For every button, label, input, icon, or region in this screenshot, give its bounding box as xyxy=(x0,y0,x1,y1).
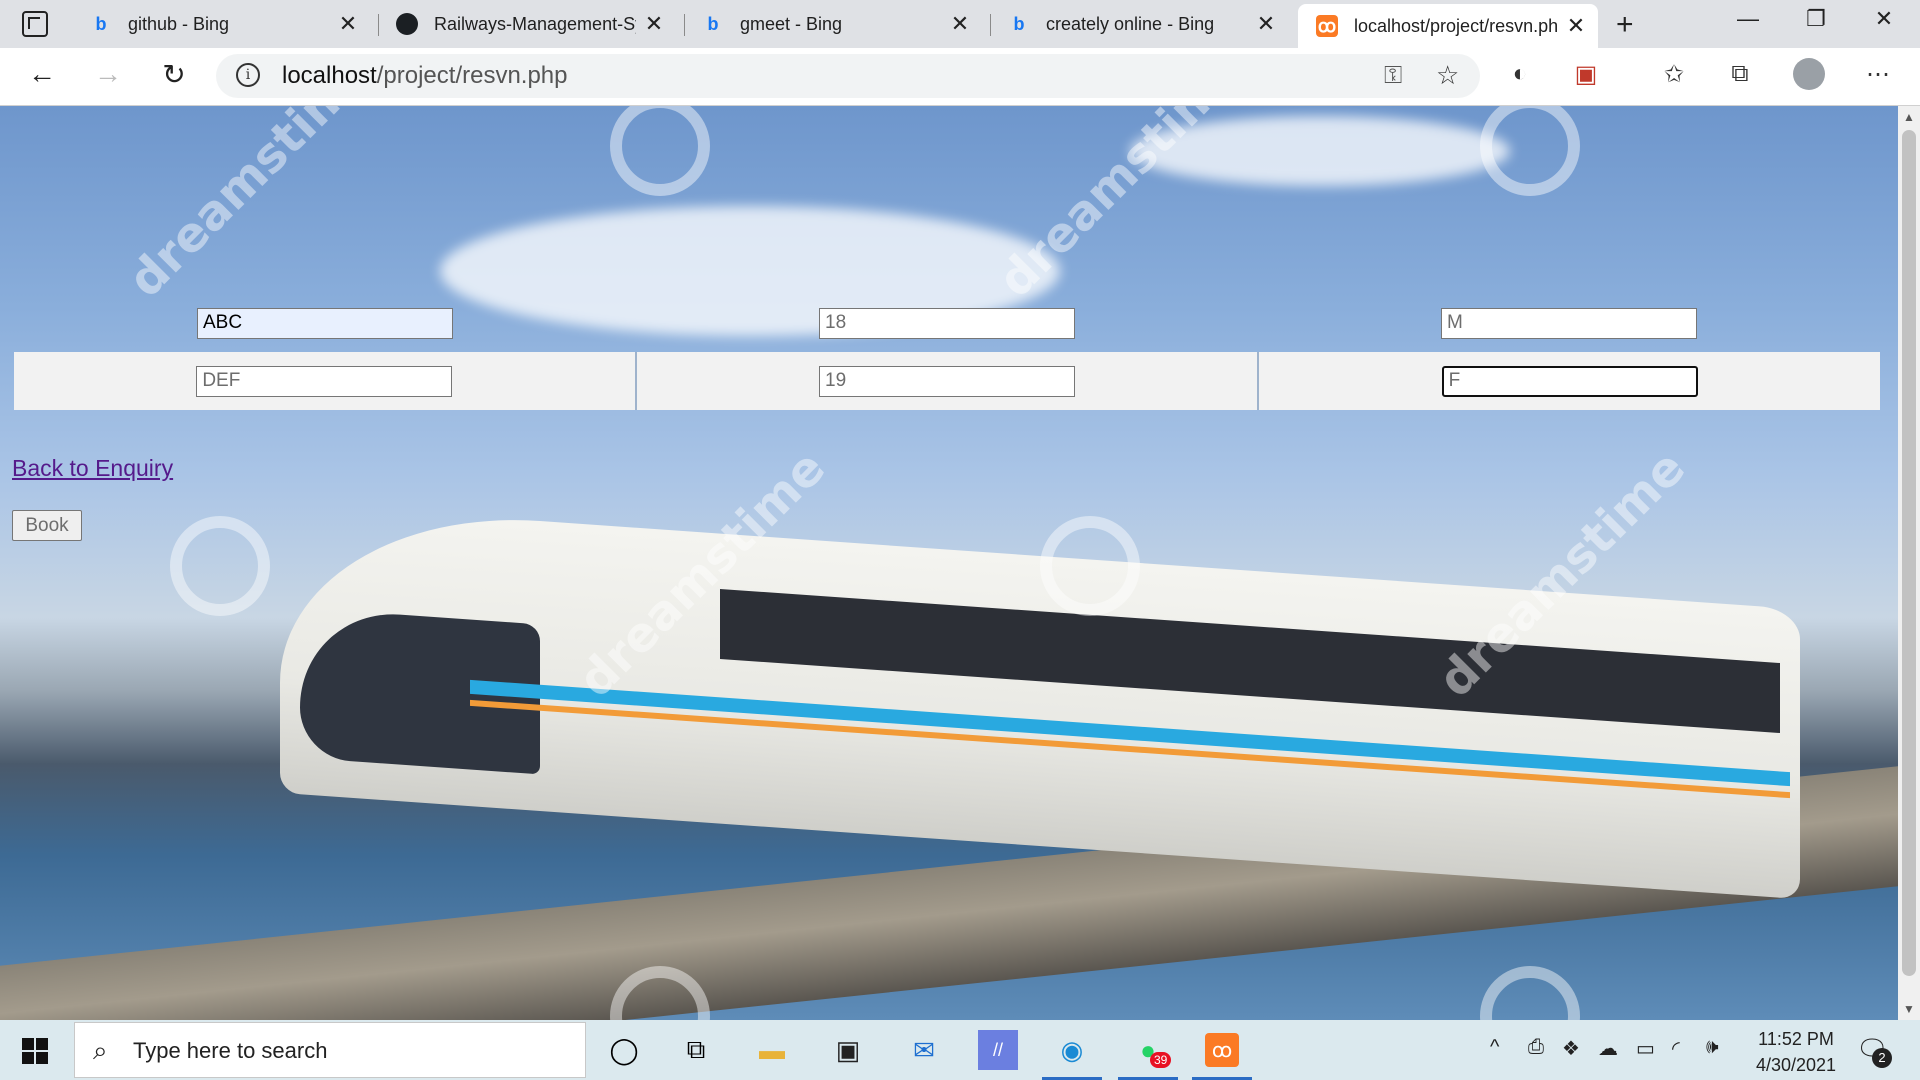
gender-cell xyxy=(1258,294,1880,352)
volume-icon[interactable]: 🕪 xyxy=(1706,1036,1719,1059)
forward-arrow-icon[interactable]: → xyxy=(88,58,128,90)
scroll-up-icon[interactable]: ▲ xyxy=(1898,110,1920,124)
back-to-enquiry-link[interactable]: Back to Enquiry xyxy=(12,455,173,482)
scroll-down-icon[interactable]: ▼ xyxy=(1898,1002,1920,1016)
tab-gmeet-bing[interactable]: b gmeet - Bing ✕ xyxy=(684,6,982,42)
task-view-icon[interactable]: ⧉ xyxy=(676,1030,716,1070)
watermark-spiral xyxy=(1040,516,1140,616)
close-window-icon[interactable]: ✕ xyxy=(1864,6,1904,32)
tab-railways-management[interactable]: Railways-Management-Sy ✕ xyxy=(378,6,676,42)
clock-date: 4/30/2021 xyxy=(1755,1055,1837,1075)
tab-title: Railways-Management-Sy xyxy=(434,13,636,34)
xampp-icon: ꝏ xyxy=(1316,15,1338,37)
tab-title: creately online - Bing xyxy=(1046,13,1215,34)
bing-icon: b xyxy=(1013,13,1025,34)
tab-actions-menu-icon[interactable] xyxy=(22,11,48,37)
add-favorite-icon[interactable]: ☆ xyxy=(1436,60,1459,91)
edge-icon[interactable]: ◉ xyxy=(1042,1030,1102,1080)
app-icon[interactable]: // xyxy=(978,1030,1018,1070)
passenger-name-input[interactable] xyxy=(197,307,453,339)
windows-taskbar: ⌕ Type here to search ◯ ⧉ ▬ ▣ ✉ // ◉ ● 3… xyxy=(0,1020,1920,1080)
back-arrow-icon[interactable]: ← xyxy=(22,58,62,90)
passenger-gender-input[interactable] xyxy=(1441,307,1697,339)
profile-avatar[interactable] xyxy=(1793,58,1825,90)
passenger-age-input[interactable] xyxy=(819,365,1075,397)
name-cell xyxy=(14,352,635,410)
file-explorer-icon[interactable]: ▬ xyxy=(752,1030,792,1070)
cortana-icon[interactable]: ◯ xyxy=(604,1030,644,1070)
page-viewport: dreamstime dreamstime dreamstime dreamst… xyxy=(0,106,1898,1020)
minimize-icon[interactable]: — xyxy=(1728,6,1768,32)
watermark-spiral xyxy=(1480,966,1580,1020)
browser-tab-strip: b github - Bing ✕ Railways-Management-Sy… xyxy=(0,0,1920,48)
refresh-icon[interactable]: ↻ xyxy=(154,58,194,91)
meet-now-icon[interactable]: ⎙ xyxy=(1528,1036,1544,1059)
tab-title: github - Bing xyxy=(128,13,230,34)
xampp-icon[interactable]: ꝏ xyxy=(1192,1030,1252,1080)
onedrive-icon[interactable]: ☁ xyxy=(1598,1036,1618,1061)
scrollbar-thumb[interactable] xyxy=(1902,130,1916,976)
tab-localhost-resvn[interactable]: ꝏ localhost/project/resvn.ph ✕ xyxy=(1298,4,1598,48)
watermark-spiral xyxy=(610,106,710,196)
extension-circle-icon[interactable]: ◐ xyxy=(1502,60,1538,88)
more-options-icon[interactable]: ⋯ xyxy=(1860,60,1896,89)
notification-count: 2 xyxy=(1872,1048,1892,1068)
tab-title: gmeet - Bing xyxy=(740,13,843,34)
watermark-text: dreamstime xyxy=(117,106,386,309)
battery-icon[interactable]: ▭ xyxy=(1636,1036,1655,1061)
whatsapp-icon[interactable]: ● 39 xyxy=(1118,1030,1178,1080)
close-icon[interactable]: ✕ xyxy=(1256,11,1276,37)
passenger-gender-input[interactable] xyxy=(1441,365,1698,397)
passenger-age-input[interactable] xyxy=(819,307,1075,339)
tab-title: localhost/project/resvn.ph xyxy=(1354,15,1558,36)
taskbar-clock[interactable]: 11:52 PM 4/30/2021 xyxy=(1736,1026,1856,1078)
age-cell xyxy=(636,294,1258,352)
notification-center-icon[interactable]: 🗨 2 xyxy=(1856,1034,1892,1068)
book-button[interactable]: Book xyxy=(12,510,82,541)
passenger-row xyxy=(14,294,1880,352)
url-host: localhost xyxy=(282,62,377,89)
dropbox-icon[interactable]: ❖ xyxy=(1562,1036,1580,1061)
whatsapp-badge: 39 xyxy=(1150,1052,1172,1068)
wifi-icon[interactable]: ◜ xyxy=(1672,1036,1680,1061)
watermark-spiral xyxy=(170,516,270,616)
browser-toolbar: ← → ↻ i localhost/project/resvn.php ⚿ ☆ … xyxy=(0,48,1920,106)
search-icon: ⌕ xyxy=(93,1035,108,1065)
site-info-icon[interactable]: i xyxy=(236,63,260,87)
bing-icon: b xyxy=(95,13,107,34)
pocket-extension-icon[interactable]: ▣ xyxy=(1568,60,1604,89)
close-icon[interactable]: ✕ xyxy=(950,11,970,37)
close-icon[interactable]: ✕ xyxy=(338,11,358,37)
bing-icon: b xyxy=(707,13,719,34)
passenger-table xyxy=(14,294,1880,410)
watermark-spiral xyxy=(1480,106,1580,196)
close-icon[interactable]: ✕ xyxy=(1566,13,1586,39)
taskbar-search-box[interactable]: ⌕ Type here to search xyxy=(74,1022,586,1078)
search-placeholder: Type here to search xyxy=(133,1038,328,1063)
new-tab-plus-icon[interactable]: + xyxy=(1616,8,1634,42)
passenger-row xyxy=(14,352,1880,410)
favorites-icon[interactable]: ✩ xyxy=(1656,60,1692,89)
close-icon[interactable]: ✕ xyxy=(644,11,664,37)
url-text[interactable]: localhost/project/resvn.php xyxy=(282,62,568,90)
url-path: /project/resvn.php xyxy=(376,62,568,89)
clock-time: 11:52 PM xyxy=(1758,1029,1834,1049)
microsoft-store-icon[interactable]: ▣ xyxy=(828,1030,868,1070)
collections-icon[interactable]: ⧉ xyxy=(1722,60,1758,88)
age-cell xyxy=(634,352,1258,410)
key-icon[interactable]: ⚿ xyxy=(1384,62,1402,90)
tab-creately-online-bing[interactable]: b creately online - Bing ✕ xyxy=(990,6,1288,42)
gender-cell xyxy=(1257,352,1880,410)
passenger-name-input[interactable] xyxy=(196,365,453,397)
name-cell xyxy=(14,294,636,352)
mail-icon[interactable]: ✉ xyxy=(904,1030,944,1070)
windows-start-icon[interactable] xyxy=(22,1038,48,1064)
address-bar[interactable]: i localhost/project/resvn.php ⚿ ☆ xyxy=(216,54,1480,98)
tab-github-bing[interactable]: b github - Bing ✕ xyxy=(72,6,370,42)
restore-icon[interactable]: ❐ xyxy=(1796,6,1836,32)
show-hidden-icons-icon[interactable]: ^ xyxy=(1490,1036,1499,1059)
github-icon xyxy=(396,13,418,35)
